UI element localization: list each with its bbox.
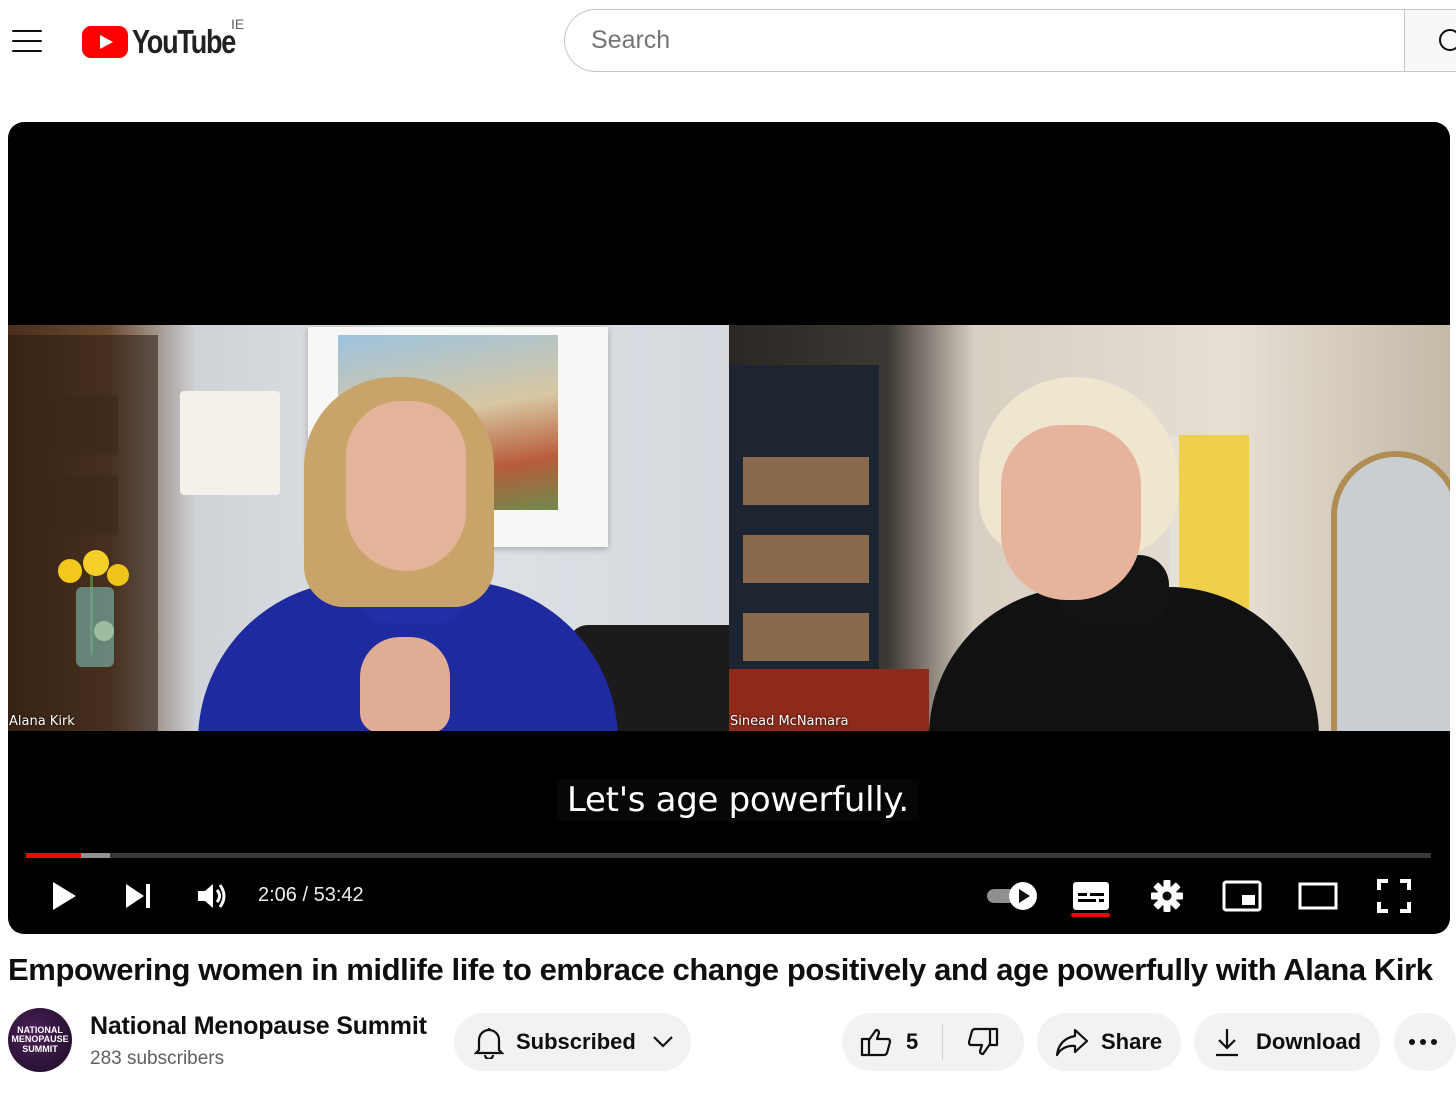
country-code: IE	[231, 16, 245, 32]
channel-name[interactable]: National Menopause Summit	[90, 1012, 427, 1041]
like-button[interactable]: 5	[842, 1013, 942, 1071]
search-input[interactable]	[564, 9, 1405, 72]
channel-avatar[interactable]: NATIONAL MENOPAUSE SUMMIT	[8, 1008, 72, 1072]
play-icon[interactable]	[44, 874, 84, 918]
subscriber-count: 283 subscribers	[90, 1048, 225, 1069]
video-player[interactable]: Alana Kirk Sinead McNamara Let's age pow…	[8, 122, 1450, 934]
masthead: YouTube IE	[0, 0, 1456, 84]
participant-tile-left: Alana Kirk	[8, 325, 729, 731]
download-icon	[1216, 1029, 1238, 1057]
play-logo-icon	[82, 26, 128, 58]
share-button[interactable]: Share	[1037, 1013, 1181, 1071]
participant-tile-right: Sinead McNamara	[729, 325, 1450, 731]
video-frame: Alana Kirk Sinead McNamara	[8, 325, 1450, 731]
thumbs-down-icon	[967, 1027, 999, 1056]
subscribed-button[interactable]: Subscribed	[454, 1013, 691, 1071]
fullscreen-icon[interactable]	[1372, 874, 1416, 918]
chevron-down-icon	[653, 1036, 673, 1048]
video-title: Empowering women in midlife life to embr…	[8, 952, 1433, 987]
dislike-button[interactable]	[943, 1013, 1023, 1071]
settings-icon[interactable]	[1146, 874, 1188, 918]
time-display: 2:06 / 53:42	[258, 884, 364, 906]
participant-name-left: Alana Kirk	[9, 714, 75, 729]
bell-icon	[474, 1028, 504, 1059]
theater-icon[interactable]	[1296, 874, 1340, 918]
avatar-text: NATIONAL MENOPAUSE SUMMIT	[11, 1024, 69, 1054]
share-label: Share	[1101, 1029, 1163, 1054]
download-button[interactable]: Download	[1194, 1013, 1380, 1071]
subscribed-label: Subscribed	[516, 1029, 636, 1054]
subtitles-icon[interactable]	[1070, 874, 1112, 918]
download-label: Download	[1256, 1029, 1362, 1054]
search-box	[564, 9, 1456, 72]
next-icon[interactable]	[118, 874, 158, 918]
share-icon	[1055, 1028, 1089, 1057]
more-actions-button[interactable]	[1394, 1013, 1456, 1071]
progress-played	[26, 853, 81, 858]
like-count: 5	[906, 1029, 919, 1054]
caption-text: Let's age powerfully.	[557, 779, 919, 821]
volume-icon[interactable]	[192, 874, 232, 918]
logo-wordmark: YouTube	[132, 23, 236, 60]
autoplay-toggle[interactable]	[983, 874, 1043, 918]
like-dislike-group: 5	[842, 1013, 1024, 1071]
progress-bar[interactable]	[26, 853, 1431, 858]
captions-active-indicator	[1071, 913, 1110, 917]
more-horizontal-icon	[1409, 1039, 1437, 1045]
search-icon[interactable]	[1404, 9, 1456, 72]
thumbs-up-icon	[860, 1028, 892, 1057]
participant-name-right: Sinead McNamara	[730, 714, 849, 729]
guide-menu-icon[interactable]	[10, 24, 44, 58]
miniplayer-icon[interactable]	[1220, 874, 1264, 918]
